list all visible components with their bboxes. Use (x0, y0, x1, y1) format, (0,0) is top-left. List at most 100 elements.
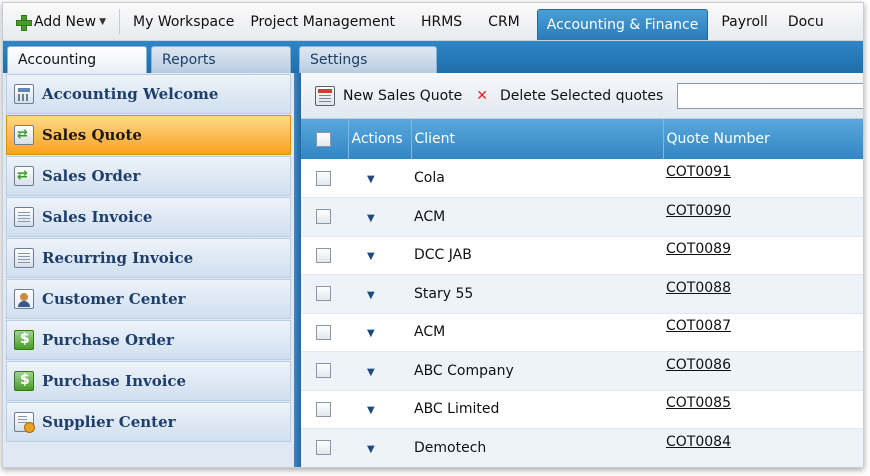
quote-number-link[interactable]: COT0086 (666, 357, 731, 373)
tab-reports[interactable]: Reports (151, 46, 291, 73)
table-row[interactable]: ▼ ACM COT0090 (301, 197, 863, 237)
quote-number-cell: COT0088 (663, 274, 863, 314)
quote-number-link[interactable]: COT0091 (666, 164, 731, 180)
actions-dropdown-icon[interactable]: ▼ (367, 328, 375, 339)
top-navigation: Add New ▼ My Workspace Project Managemen… (3, 3, 863, 41)
sub-tabs: Accounting Reports Settings (3, 41, 863, 73)
sidebar-item-label: Sales Order (42, 167, 141, 185)
new-sales-quote-label: New Sales Quote (343, 87, 463, 104)
actions-dropdown-icon[interactable]: ▼ (367, 444, 375, 455)
add-new-button[interactable]: Add New ▼ (3, 3, 119, 40)
delete-selected-label: Delete Selected quotes (500, 87, 664, 104)
row-actions-cell: ▼ (348, 428, 411, 467)
client-cell: ABC Limited (411, 390, 663, 429)
sidebar-item-accounting-welcome[interactable]: Accounting Welcome (6, 74, 291, 114)
quote-number-link[interactable]: COT0087 (666, 318, 731, 334)
sidebar-item-customer-center[interactable]: Customer Center (6, 279, 291, 319)
tab-project-management[interactable]: Project Management (247, 3, 409, 40)
quote-number-cell: COT0087 (663, 313, 863, 352)
table-row[interactable]: ▼ Demotech COT0084 (301, 428, 863, 467)
row-checkbox[interactable] (316, 440, 331, 456)
row-checkbox[interactable] (316, 401, 331, 417)
client-cell: Cola (411, 159, 663, 198)
sidebar-item-purchase-order[interactable]: Purchase Order (6, 320, 291, 360)
sidebar-item-sales-quote[interactable]: Sales Quote (6, 115, 291, 155)
tab-accounting[interactable]: Accounting (7, 46, 147, 73)
tab-crm[interactable]: CRM (476, 3, 534, 40)
delete-icon: ✕ (476, 87, 488, 104)
sidebar-item-recurring-invoice[interactable]: Recurring Invoice (6, 238, 291, 278)
column-header-quote-number[interactable]: Quote Number (663, 119, 863, 159)
recurring-invoice-icon (14, 248, 34, 268)
tab-payroll[interactable]: Payroll (711, 3, 781, 40)
sidebar-item-supplier-center[interactable]: Supplier Center (6, 402, 291, 442)
select-all-checkbox[interactable] (316, 131, 331, 147)
tab-my-workspace[interactable]: My Workspace (120, 3, 247, 40)
row-select-cell (301, 274, 348, 314)
toolbar: New Sales Quote ✕ Delete Selected quotes (301, 73, 863, 119)
row-actions-cell: ▼ (348, 390, 411, 429)
quote-number-link[interactable]: COT0085 (666, 395, 731, 411)
table-row[interactable]: ▼ ABC Company COT0086 (301, 351, 863, 391)
client-cell: ACM (411, 197, 663, 237)
invoice-icon (14, 207, 34, 227)
tab-settings[interactable]: Settings (299, 46, 437, 73)
supplier-icon (14, 412, 35, 433)
table-row[interactable]: ▼ ABC Limited COT0085 (301, 390, 863, 429)
quote-number-link[interactable]: COT0089 (666, 241, 731, 257)
sidebar-item-label: Sales Invoice (42, 208, 153, 226)
row-select-cell (301, 159, 348, 198)
table-body: ▼ Cola COT0091 ▼ ACM COT0090 ▼ DCC JAB COT0089 ▼ S… (301, 159, 863, 467)
client-cell: Stary 55 (411, 274, 663, 314)
quote-number-cell: COT0090 (663, 197, 863, 237)
main-panel: New Sales Quote ✕ Delete Selected quotes… (301, 73, 863, 467)
actions-dropdown-icon[interactable]: ▼ (367, 405, 375, 416)
new-sales-quote-button[interactable]: New Sales Quote (315, 85, 463, 106)
table-row[interactable]: ▼ Cola COT0091 (301, 159, 863, 198)
actions-dropdown-icon[interactable]: ▼ (367, 290, 375, 301)
row-checkbox[interactable] (316, 363, 331, 379)
column-header-actions[interactable]: Actions (348, 119, 412, 159)
sidebar-item-sales-order[interactable]: Sales Order (6, 156, 291, 196)
app-window: Add New ▼ My Workspace Project Managemen… (2, 2, 864, 468)
plus-icon (16, 14, 32, 31)
sidebar-item-label: Recurring Invoice (42, 249, 194, 267)
row-actions-cell: ▼ (348, 313, 411, 352)
row-select-cell (301, 313, 348, 352)
actions-dropdown-icon[interactable]: ▼ (367, 213, 375, 224)
sidebar-item-purchase-invoice[interactable]: Purchase Invoice (6, 361, 291, 401)
table-row[interactable]: ▼ Stary 55 COT0088 (301, 274, 863, 314)
row-checkbox[interactable] (316, 324, 331, 340)
table-row[interactable]: ▼ ACM COT0087 (301, 313, 863, 352)
quote-number-link[interactable]: COT0090 (666, 203, 731, 219)
quote-number-cell: COT0086 (663, 351, 863, 391)
sidebar-item-label: Sales Quote (42, 126, 142, 144)
quote-number-link[interactable]: COT0084 (666, 434, 731, 450)
client-cell: ABC Company (411, 351, 663, 391)
quote-number-link[interactable]: COT0088 (666, 280, 731, 296)
select-all-header (301, 119, 349, 159)
row-checkbox[interactable] (316, 170, 331, 186)
row-actions-cell: ▼ (348, 351, 411, 391)
row-checkbox[interactable] (316, 286, 331, 302)
row-actions-cell: ▼ (348, 159, 411, 198)
row-checkbox[interactable] (316, 247, 331, 263)
purchase-invoice-icon (14, 371, 34, 391)
table-row[interactable]: ▼ DCC JAB COT0089 (301, 236, 863, 275)
sidebar-item-sales-invoice[interactable]: Sales Invoice (6, 197, 291, 237)
tab-hrms[interactable]: HRMS (409, 3, 476, 40)
delete-selected-button[interactable]: ✕ Delete Selected quotes (476, 88, 663, 104)
panel-splitter[interactable] (294, 73, 301, 467)
quote-number-cell: COT0085 (663, 390, 863, 429)
actions-dropdown-icon[interactable]: ▼ (367, 367, 375, 378)
tab-documents[interactable]: Docu (782, 3, 824, 40)
search-input[interactable] (677, 82, 863, 109)
row-select-cell (301, 236, 348, 275)
purchase-order-icon (14, 330, 34, 350)
actions-dropdown-icon[interactable]: ▼ (367, 251, 375, 262)
column-header-client[interactable]: Client (411, 119, 664, 159)
tab-accounting-finance[interactable]: Accounting & Finance (536, 9, 709, 40)
actions-dropdown-icon[interactable]: ▼ (367, 174, 375, 185)
order-icon (14, 166, 34, 186)
row-checkbox[interactable] (316, 209, 331, 225)
